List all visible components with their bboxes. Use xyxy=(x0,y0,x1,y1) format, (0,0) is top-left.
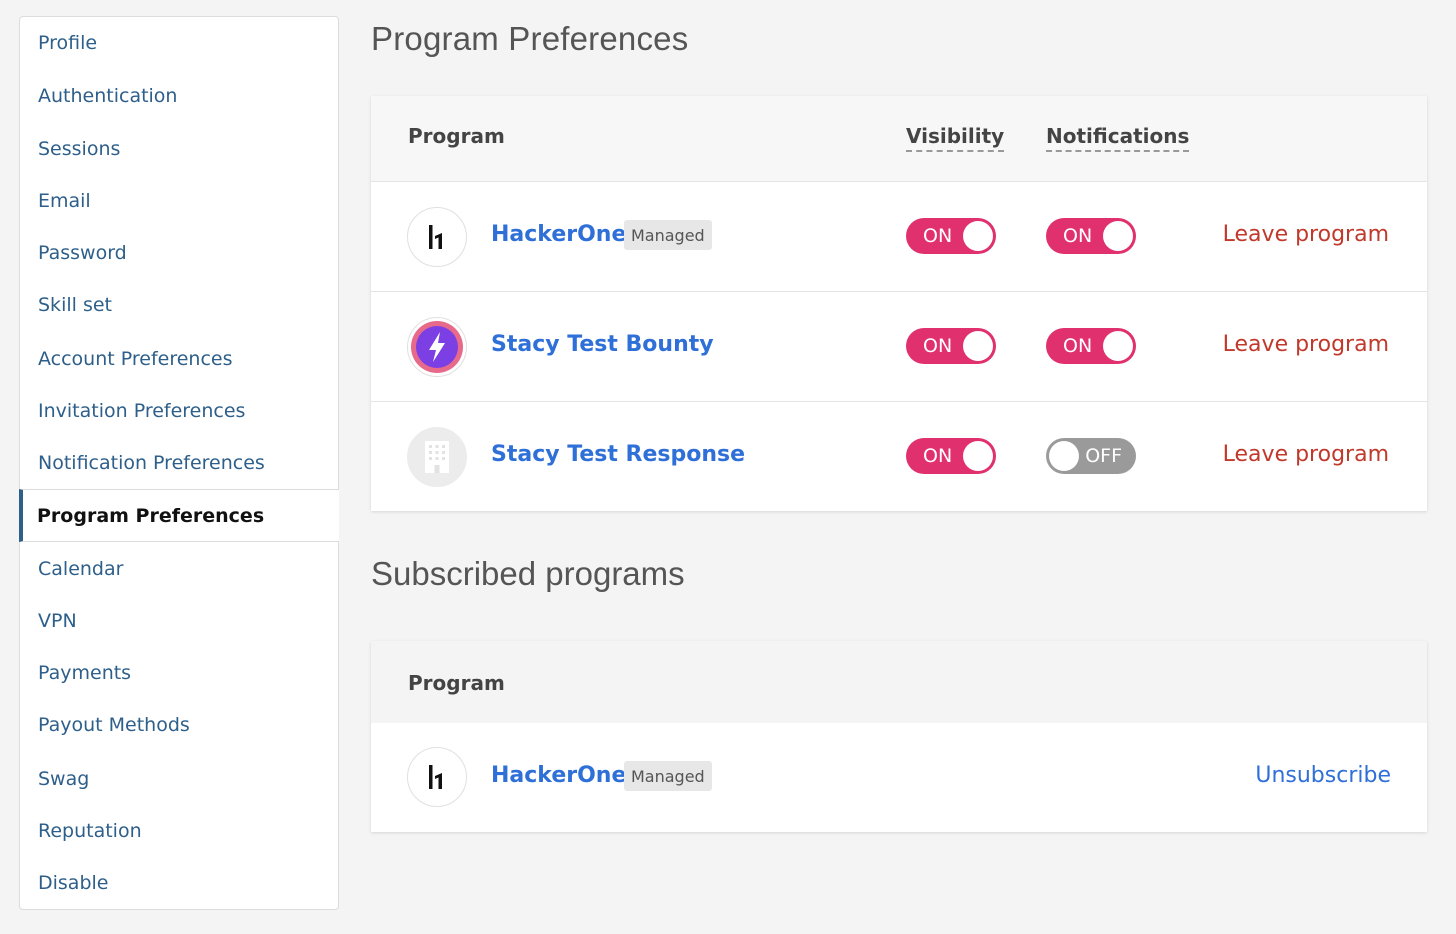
toggle-knob xyxy=(963,441,993,471)
sidebar-item-calendar[interactable]: Calendar xyxy=(20,543,338,595)
sidebar-item-label: Profile xyxy=(38,32,98,54)
sidebar-item-label: Calendar xyxy=(38,558,124,580)
toggle-label: ON xyxy=(1063,225,1093,247)
sidebar-item-payout-methods[interactable]: Payout Methods xyxy=(20,699,338,751)
sidebar-item-email[interactable]: Email xyxy=(20,175,338,227)
sidebar-item-disable[interactable]: Disable xyxy=(20,857,338,909)
leave-program-link[interactable]: Leave program xyxy=(1223,442,1389,467)
hackerone-logo-icon[interactable] xyxy=(407,207,467,267)
lightning-bolt-logo-icon-svg xyxy=(411,321,463,373)
sidebar-item-program-preferences[interactable]: Program Preferences xyxy=(19,489,339,542)
sidebar-item-label: Invitation Preferences xyxy=(38,400,246,422)
leave-program-link[interactable]: Leave program xyxy=(1223,222,1389,247)
subscribed-programs-table: Program HackerOne Managed Unsubscribe xyxy=(371,641,1427,832)
building-placeholder-icon-svg xyxy=(425,441,449,473)
toggle-knob xyxy=(1103,331,1133,361)
sidebar-item-label: Authentication xyxy=(38,85,178,107)
sidebar-item-profile[interactable]: Profile xyxy=(20,17,338,69)
sidebar-item-vpn[interactable]: VPN xyxy=(20,595,338,647)
toggle-knob xyxy=(1103,221,1133,251)
subscribed-programs-title: Subscribed programs xyxy=(371,555,685,592)
toggle-label: ON xyxy=(1063,335,1093,357)
notifications-toggle[interactable]: ON xyxy=(1046,328,1136,364)
sidebar-item-label: Email xyxy=(38,190,91,212)
sidebar-item-label: Account Preferences xyxy=(38,348,233,370)
table-header: Program Visibility Notifications xyxy=(371,96,1427,182)
toggle-knob xyxy=(963,221,993,251)
sidebar-item-label: Password xyxy=(38,242,127,264)
toggle-label: ON xyxy=(923,225,953,247)
sidebar-item-authentication[interactable]: Authentication xyxy=(20,69,338,123)
table-row: HackerOne Managed Unsubscribe xyxy=(371,723,1427,832)
sidebar-item-label: Skill set xyxy=(38,294,112,316)
column-header-notifications[interactable]: Notifications xyxy=(1046,124,1190,152)
sidebar-item-skill-set[interactable]: Skill set xyxy=(20,279,338,331)
sidebar-item-payments[interactable]: Payments xyxy=(20,647,338,699)
toggle-knob xyxy=(1049,441,1079,471)
sidebar-item-label: VPN xyxy=(38,610,77,632)
toggle-label: ON xyxy=(923,335,953,357)
building-placeholder-icon[interactable] xyxy=(407,427,467,487)
sidebar-item-account-preferences[interactable]: Account Preferences xyxy=(20,333,338,385)
notifications-toggle[interactable]: OFF xyxy=(1046,438,1136,474)
sidebar-item-label: Notification Preferences xyxy=(38,452,265,474)
program-name-link[interactable]: Stacy Test Response xyxy=(491,442,745,467)
sidebar-item-label: Payout Methods xyxy=(38,714,190,736)
program-name-link[interactable]: HackerOne xyxy=(491,763,626,788)
hackerone-logo-icon-svg xyxy=(429,225,442,249)
lightning-bolt-logo-icon[interactable] xyxy=(407,317,467,377)
sidebar-item-notification-preferences[interactable]: Notification Preferences xyxy=(20,437,338,489)
table-header: Program xyxy=(371,641,1427,723)
sidebar-item-label: Sessions xyxy=(38,138,121,160)
column-header-program: Program xyxy=(408,671,505,695)
sidebar-item-label: Disable xyxy=(38,872,109,894)
visibility-toggle[interactable]: ON xyxy=(906,328,996,364)
sidebar-item-label: Payments xyxy=(38,662,132,684)
toggle-knob xyxy=(963,331,993,361)
sidebar-item-label: Swag xyxy=(38,768,90,790)
sidebar-item-label: Program Preferences xyxy=(37,504,265,527)
sidebar-item-sessions[interactable]: Sessions xyxy=(20,123,338,175)
toggle-label: ON xyxy=(923,445,953,467)
settings-sidebar: Profile Authentication Sessions Email Pa… xyxy=(19,16,339,910)
program-preferences-table: Program Visibility Notifications HackerO… xyxy=(371,96,1427,511)
leave-program-link[interactable]: Leave program xyxy=(1223,332,1389,357)
program-name-link[interactable]: Stacy Test Bounty xyxy=(491,332,714,357)
page-title: Program Preferences xyxy=(371,20,689,57)
column-header-program: Program xyxy=(408,124,505,148)
sidebar-item-password[interactable]: Password xyxy=(20,227,338,279)
visibility-toggle[interactable]: ON xyxy=(906,438,996,474)
program-name-link[interactable]: HackerOne xyxy=(491,222,626,247)
visibility-toggle[interactable]: ON xyxy=(906,218,996,254)
managed-badge: Managed xyxy=(624,220,712,250)
table-row: Stacy Test Bounty ON ON Leave program xyxy=(371,292,1427,402)
hackerone-logo-icon-svg xyxy=(429,765,442,789)
hackerone-logo-icon[interactable] xyxy=(407,747,467,807)
sidebar-item-reputation[interactable]: Reputation xyxy=(20,805,338,857)
sidebar-item-swag[interactable]: Swag xyxy=(20,753,338,805)
table-row: HackerOne Managed ON ON Leave program xyxy=(371,182,1427,292)
unsubscribe-link[interactable]: Unsubscribe xyxy=(1255,763,1391,788)
sidebar-item-label: Reputation xyxy=(38,820,142,842)
sidebar-item-invitation-preferences[interactable]: Invitation Preferences xyxy=(20,385,338,437)
notifications-toggle[interactable]: ON xyxy=(1046,218,1136,254)
column-header-visibility[interactable]: Visibility xyxy=(906,124,1005,152)
table-row: Stacy Test Response ON OFF Leave program xyxy=(371,402,1427,512)
managed-badge: Managed xyxy=(624,761,712,791)
toggle-label: OFF xyxy=(1085,445,1122,467)
